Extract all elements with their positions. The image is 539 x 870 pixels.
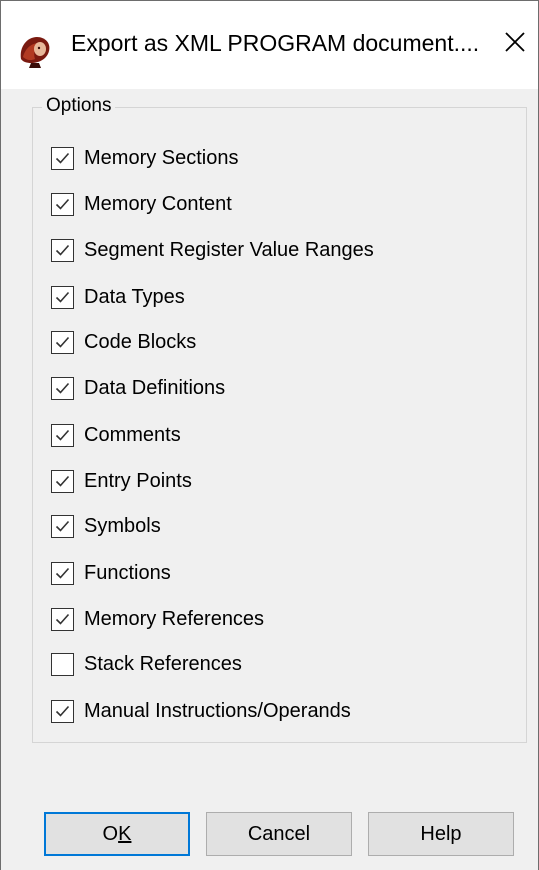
checkbox[interactable]	[51, 699, 74, 723]
checkmark-icon	[55, 291, 70, 303]
option-label: Memory Sections	[84, 146, 239, 169]
option-label: Entry Points	[84, 469, 192, 492]
checkbox[interactable]	[51, 330, 74, 354]
checkbox[interactable]	[51, 607, 74, 631]
checkbox[interactable]	[51, 469, 74, 493]
help-label: Help	[420, 822, 462, 845]
close-button[interactable]	[493, 22, 537, 66]
option-label: Comments	[84, 423, 181, 446]
checkmark-icon	[55, 613, 70, 625]
ok-label: OK	[102, 822, 132, 845]
option-label: Memory Content	[84, 192, 232, 215]
checkmark-icon	[55, 336, 70, 348]
option-label: Segment Register Value Ranges	[84, 238, 374, 261]
option-checkbox-row[interactable]: Functions	[51, 560, 171, 586]
checkmark-icon	[55, 382, 70, 394]
help-button[interactable]: Help	[368, 812, 514, 856]
option-checkbox-row[interactable]: Data Types	[51, 284, 185, 310]
dragon-app-icon	[15, 29, 55, 69]
checkmark-icon	[55, 567, 70, 579]
option-checkbox-row[interactable]: Memory Sections	[51, 145, 239, 171]
checkbox[interactable]	[51, 514, 74, 538]
checkmark-icon	[55, 429, 70, 441]
option-checkbox-row[interactable]: Comments	[51, 422, 181, 448]
checkmark-icon	[55, 705, 70, 717]
checkmark-icon	[55, 152, 70, 164]
option-label: Manual Instructions/Operands	[84, 699, 351, 722]
option-checkbox-row[interactable]: Memory References	[51, 606, 264, 632]
checkbox[interactable]	[51, 238, 74, 262]
cancel-label: Cancel	[247, 822, 311, 845]
option-label: Data Types	[84, 285, 185, 308]
option-label: Memory References	[84, 607, 265, 630]
option-checkbox-row[interactable]: Segment Register Value Ranges	[51, 237, 374, 263]
close-icon	[504, 31, 526, 58]
option-label: Data Definitions	[84, 376, 226, 399]
option-checkbox-row[interactable]: Data Definitions	[51, 375, 225, 401]
checkbox[interactable]	[51, 146, 74, 170]
checkmark-icon	[55, 475, 70, 487]
option-checkbox-row[interactable]: Stack References	[51, 651, 242, 677]
option-checkbox-row[interactable]: Code Blocks	[51, 329, 196, 355]
checkmark-icon	[55, 244, 70, 256]
ok-button[interactable]: OK	[44, 812, 190, 856]
checkbox[interactable]	[51, 376, 74, 400]
checkbox[interactable]	[51, 561, 74, 585]
export-dialog: Export as XML PROGRAM document.... Optio…	[0, 0, 539, 870]
checkbox[interactable]	[51, 423, 74, 447]
title-bar: Export as XML PROGRAM document....	[1, 1, 538, 89]
checkbox[interactable]	[51, 192, 74, 216]
option-checkbox-row[interactable]: Symbols	[51, 513, 161, 539]
option-label: Symbols	[84, 514, 161, 537]
option-checkbox-row[interactable]: Manual Instructions/Operands	[51, 698, 351, 724]
option-checkbox-row[interactable]: Entry Points	[51, 468, 192, 494]
checkmark-icon	[55, 520, 70, 532]
window-title: Export as XML PROGRAM document....	[71, 30, 480, 56]
cancel-button[interactable]: Cancel	[206, 812, 352, 856]
checkmark-icon	[55, 198, 70, 210]
option-label: Functions	[84, 561, 171, 584]
checkbox[interactable]	[51, 285, 74, 309]
option-label: Code Blocks	[84, 330, 197, 353]
option-label: Stack References	[84, 652, 242, 675]
options-legend: Options	[42, 95, 116, 117]
checkbox[interactable]	[51, 652, 74, 676]
option-checkbox-row[interactable]: Memory Content	[51, 191, 232, 217]
